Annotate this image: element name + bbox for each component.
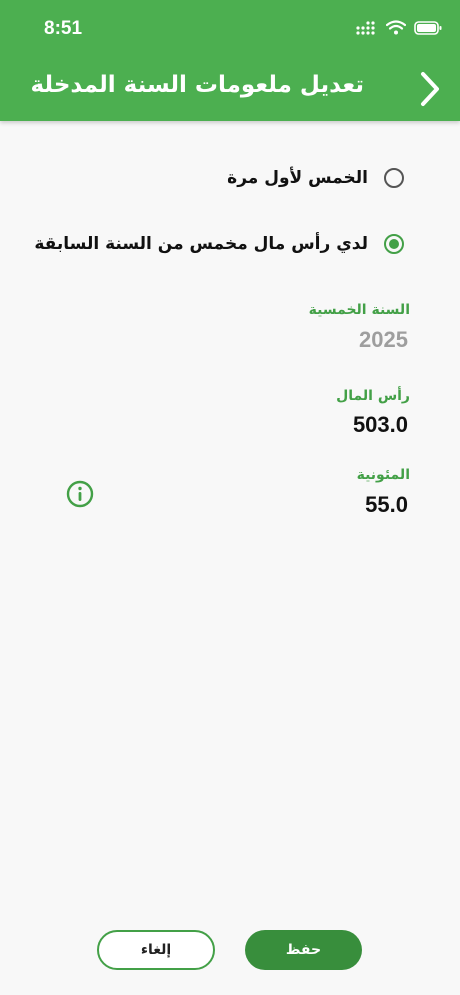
option-previous-capital[interactable]: لدي رأس مال مخمس من السنة السابقة: [34, 226, 404, 262]
capital-label: رأس المال: [336, 388, 410, 404]
year-value: 2025: [359, 327, 408, 352]
chevron-right-icon: [419, 71, 441, 107]
title-row: تعديل ملعومات السنة المدخلة: [0, 58, 460, 120]
capital-value[interactable]: 503.0: [353, 412, 408, 438]
wifi-icon: [386, 20, 406, 35]
back-button[interactable]: [410, 68, 450, 110]
expenses-value[interactable]: 55.0: [365, 492, 408, 518]
app-header: 8:51 تعديل ملعومات السنة المدخلة: [0, 0, 460, 121]
status-bar: 8:51: [0, 0, 460, 58]
page-title: تعديل ملعومات السنة المدخلة: [30, 72, 364, 98]
radio-first-time[interactable]: [384, 168, 404, 188]
option-previous-capital-label: لدي رأس مال مخمس من السنة السابقة: [34, 234, 368, 254]
radio-previous-capital[interactable]: [384, 234, 404, 254]
year-label: السنة الخمسية: [308, 302, 410, 318]
save-button[interactable]: حفظ: [245, 930, 362, 970]
battery-icon: [414, 20, 442, 35]
status-time: 8:51: [44, 18, 83, 39]
option-first-time-label: الخمس لأول مرة: [227, 168, 368, 188]
status-icons: [356, 20, 442, 35]
cancel-button[interactable]: إلغاء: [97, 930, 215, 970]
option-first-time[interactable]: الخمس لأول مرة: [227, 160, 404, 196]
info-icon[interactable]: [66, 480, 94, 508]
signal-icon: [356, 20, 378, 35]
expenses-label: المئونية: [356, 467, 410, 483]
